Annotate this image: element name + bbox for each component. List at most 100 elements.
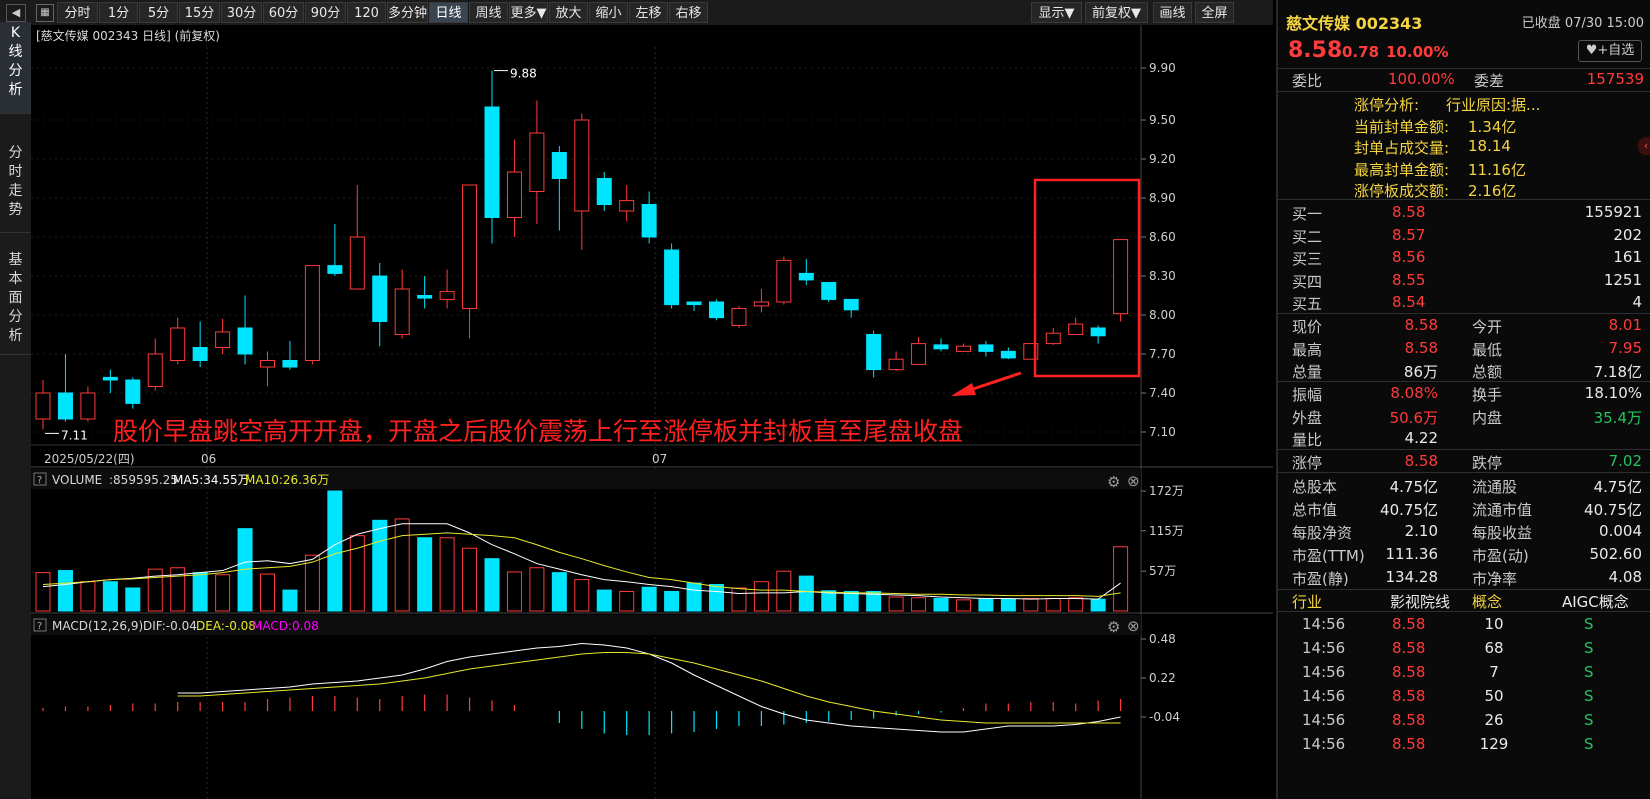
toolbar-button-4[interactable]: 30分: [221, 2, 262, 23]
collapse-arrow-icon[interactable]: ‹: [1638, 137, 1650, 155]
toolbar-button-2[interactable]: 5分: [139, 2, 178, 23]
trade-price: 8.58: [1392, 735, 1426, 753]
volume-bar: [753, 581, 769, 612]
bid-price[interactable]: 8.54: [1392, 293, 1425, 311]
toolbar-button-9[interactable]: 日线: [429, 2, 468, 23]
volume-bar: [596, 589, 612, 612]
tab-kline-analysis[interactable]: K线分析: [0, 22, 31, 114]
toolbar-button-1[interactable]: 1分: [99, 2, 138, 23]
limit-info-value: 2.16亿: [1468, 182, 1517, 200]
candle: [1113, 239, 1129, 322]
tab-timeshare[interactable]: 分时走势: [0, 138, 31, 233]
quote-label: 流通股: [1472, 478, 1518, 496]
volume-bar: [506, 571, 522, 612]
volume-bar: [551, 572, 567, 612]
date-label: 07: [652, 452, 667, 466]
bid-volume: 4: [1632, 293, 1642, 311]
quote-label: 振幅: [1292, 386, 1323, 404]
trade-row: 14:56 8.58 50 S: [1278, 687, 1650, 709]
quote-value: 8.58: [1404, 316, 1438, 334]
left-tab-bar: K线分析 分时走势 基本面分析 ◀: [0, 0, 32, 799]
toolbar-button-11[interactable]: 更多▼: [509, 2, 548, 23]
quote-value: 4.08: [1608, 568, 1642, 586]
trade-side: S: [1584, 639, 1594, 657]
volume-title: VOLUME: [52, 473, 102, 487]
quote-value: 4.22: [1404, 429, 1438, 447]
quote-value: 0.004: [1599, 522, 1642, 540]
industry-tag-value[interactable]: AIGC概念: [1562, 591, 1629, 612]
kline-chart[interactable]: [慈文传媒 002343 日线] (前复权) 9.90 9.50 9.20 8.90 8.…: [31, 25, 1273, 799]
toolbar-button-7[interactable]: 120分: [347, 2, 386, 42]
toolbar-button-15[interactable]: 右移: [669, 2, 708, 23]
bid-price[interactable]: 8.57: [1392, 226, 1425, 244]
trade-row: 14:56 8.58 68 S: [1278, 639, 1650, 661]
toolbar-button-3[interactable]: 15分: [179, 2, 220, 23]
trade-volume: 7: [1489, 663, 1499, 681]
help-icon[interactable]: ?: [37, 475, 42, 486]
quote-value: 35.4万: [1593, 408, 1642, 427]
quote-label: 现价: [1292, 318, 1323, 336]
trade-time: 14:56: [1302, 735, 1346, 753]
quote-value: 8.58: [1404, 338, 1438, 357]
volume-bar: [574, 579, 590, 612]
limit-info-label: 最高封单金额:: [1354, 160, 1450, 179]
toolbar-button-12[interactable]: 放大: [549, 2, 588, 23]
toolbar-button-6[interactable]: 90分: [305, 2, 346, 23]
bid-volume: 1251: [1603, 270, 1642, 289]
limit-info-value: 11.16亿: [1468, 160, 1526, 179]
quote-value: 4.75亿: [1389, 478, 1438, 496]
settings-gear-icon[interactable]: ⚙: [1107, 618, 1120, 636]
volume-bar: [462, 547, 478, 612]
toolbar-button-19[interactable]: 全屏: [1195, 2, 1234, 23]
candle: [776, 256, 792, 305]
toolbar-button-18[interactable]: 画线: [1153, 2, 1192, 23]
industry-tag-label: 概念: [1472, 593, 1503, 611]
macd-dif: DIF:-0.04: [143, 619, 197, 633]
quote-label: 换手: [1472, 386, 1503, 404]
tab-fundamentals[interactable]: 基本面分析: [0, 245, 31, 355]
limit-info-value[interactable]: 行业原因:据...: [1446, 94, 1540, 115]
grid-menu-icon[interactable]: ▦: [36, 4, 54, 22]
volume-bar: [282, 589, 298, 612]
toolbar-button-14[interactable]: 左移: [629, 2, 668, 23]
add-favorite-button[interactable]: ♥+自选: [1578, 40, 1642, 62]
bid-volume: 161: [1613, 248, 1642, 266]
toolbar-button-5[interactable]: 60分: [263, 2, 304, 23]
quote-value: 40.75亿: [1380, 501, 1438, 519]
volume-tick: 115万: [1149, 524, 1184, 538]
bid-price[interactable]: 8.56: [1392, 248, 1425, 266]
price-tick: 7.10: [1149, 425, 1176, 439]
quote-label: 市盈(动): [1472, 547, 1529, 565]
toolbar-button-17[interactable]: 前复权▼: [1085, 2, 1148, 23]
help-icon[interactable]: ?: [37, 621, 42, 632]
quote-label: 最高: [1292, 340, 1323, 359]
quote-label: 今开: [1472, 318, 1503, 336]
trade-volume: 10: [1484, 615, 1504, 633]
trade-row: 14:56 8.58 129 S: [1278, 735, 1650, 757]
bid-price[interactable]: 8.55: [1392, 271, 1425, 289]
trade-time: 14:56: [1302, 615, 1346, 633]
toolbar-button-13[interactable]: 缩小: [589, 2, 628, 23]
quote-label: 总市值: [1292, 501, 1338, 519]
volume-bar: [843, 590, 859, 612]
quote-value: 8.08%: [1390, 384, 1438, 402]
toolbar-button-10[interactable]: 周线: [469, 2, 508, 23]
toolbar-button-8[interactable]: 多分钟: [387, 2, 428, 23]
close-icon[interactable]: ⊗: [1127, 617, 1140, 635]
heart-icon: ♥: [1585, 43, 1598, 58]
quote-value: 111.36: [1385, 545, 1439, 563]
toolbar-button-16[interactable]: 显示▼: [1031, 2, 1082, 23]
settings-gear-icon[interactable]: ⚙: [1107, 473, 1120, 491]
close-icon[interactable]: ⊗: [1127, 472, 1140, 490]
quote-label: 最低: [1472, 340, 1503, 359]
industry-tag-value[interactable]: 影视院线: [1390, 591, 1450, 612]
quote-value: 502.60: [1589, 545, 1643, 563]
bid-price[interactable]: 8.58: [1392, 203, 1425, 221]
trade-side: S: [1584, 615, 1594, 633]
trade-volume: 129: [1479, 735, 1509, 753]
trade-row: 14:56 8.58 7 S: [1278, 663, 1650, 685]
weicha-value: 157539: [1586, 70, 1644, 88]
quote-value: 7.18亿: [1593, 363, 1642, 381]
toolbar-button-0[interactable]: 分时: [57, 2, 98, 23]
back-icon[interactable]: ◀: [6, 4, 26, 22]
